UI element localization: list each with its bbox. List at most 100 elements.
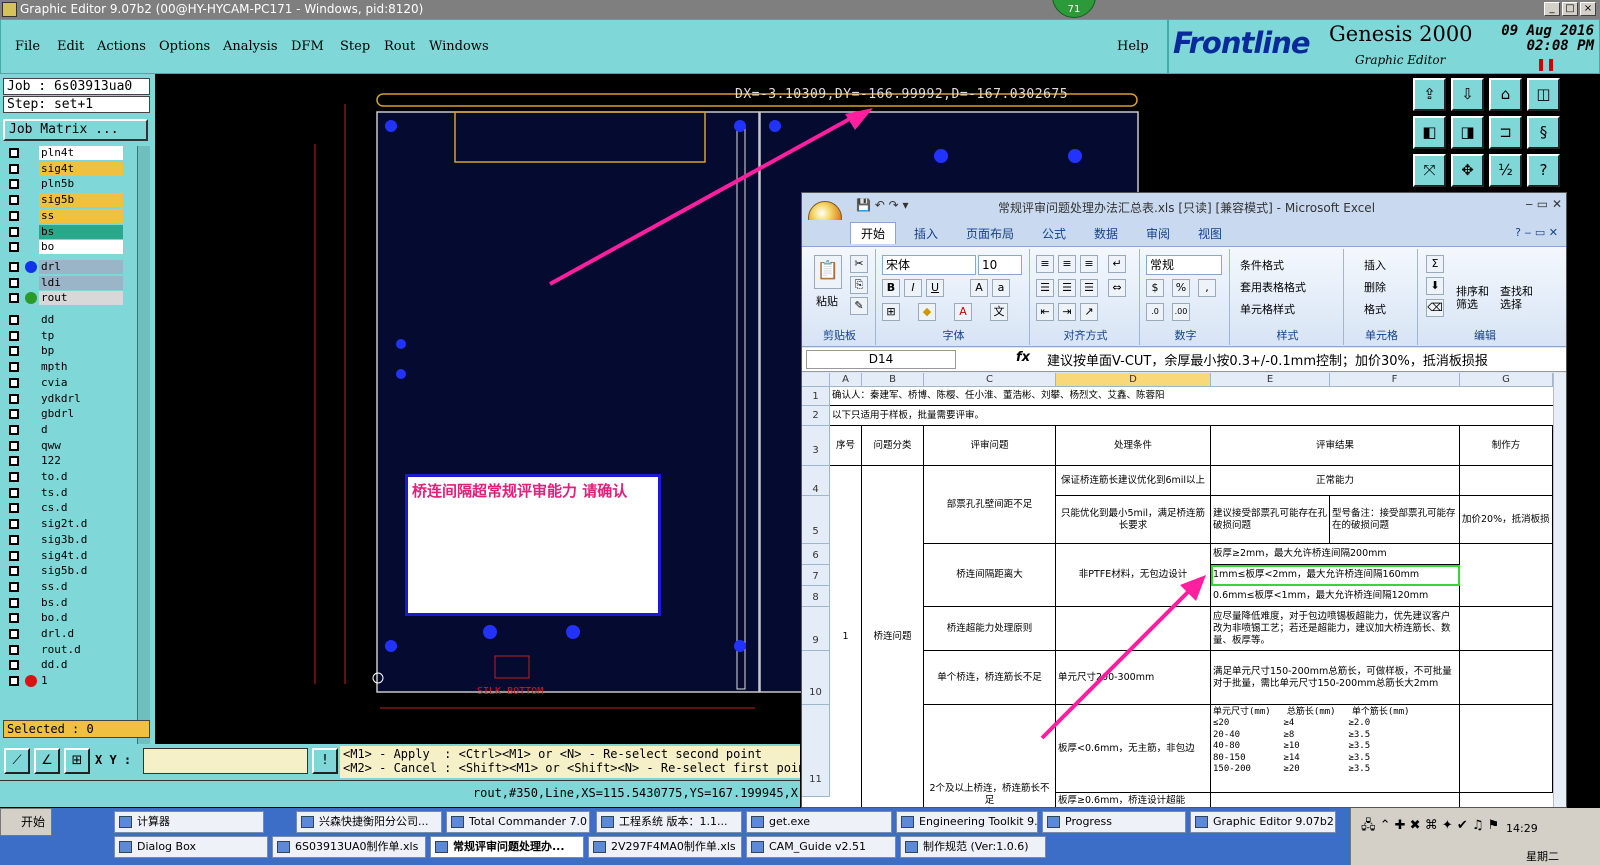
layer-row[interactable]: drl.d [3,627,136,641]
close-button[interactable]: × [1580,2,1596,16]
layer-row[interactable]: d [3,422,136,437]
number-format-select[interactable]: 常规 [1146,255,1222,275]
layer-name[interactable]: ldi [39,275,123,290]
increase-decimal-icon[interactable]: .0 [1146,303,1164,321]
task-excel-6s03913[interactable]: 6S03913UA0制作单.xls [272,836,426,858]
cell-f5[interactable]: 型号备注：接受部票孔可能存在的破损问题 [1330,496,1460,544]
layer-name[interactable]: bo [39,240,123,255]
cell-d9[interactable] [1056,607,1211,651]
tool-scale-icon[interactable]: ½ [1489,154,1522,187]
layer-row[interactable]: gbdrl [3,407,136,422]
header-category[interactable]: 问题分类 [862,426,924,466]
task-engineering-toolkit[interactable]: Engineering Toolkit 9.0... [896,811,1038,833]
align-middle-icon[interactable]: ≡ [1058,255,1076,273]
merge-center-icon[interactable]: ⇔ [1108,279,1126,297]
menu-edit[interactable]: Edit [57,39,84,54]
excel-window-controls[interactable]: ‒ ▭ ✕ [1525,197,1562,211]
layer-checkbox[interactable] [9,503,19,514]
tool-left-icon[interactable]: ◧ [1413,116,1446,149]
column-header[interactable]: B [862,373,924,387]
tab-view[interactable]: 视图 [1198,225,1222,242]
layer-checkbox[interactable] [9,277,19,288]
layer-checkbox[interactable] [9,597,19,608]
cell-g9[interactable] [1460,607,1553,651]
find-select-button[interactable]: 查找和 选择 [1500,285,1533,311]
start-button[interactable]: 开始 [0,808,52,836]
cell-c9[interactable]: 桥连超能力处理原则 [924,607,1056,651]
header-result[interactable]: 评审结果 [1211,426,1460,466]
row-header[interactable]: 6 [802,544,830,565]
menu-help[interactable]: Help [1117,39,1149,54]
cell-r2[interactable]: 以下只适用于样板，批量需要评审。 [830,406,1553,426]
measure-tool-icon[interactable]: ⟋ [4,748,30,774]
task-graphic-editor[interactable]: Graphic Editor 9.07b2 ... [1190,811,1336,833]
layer-row[interactable]: ts.d [3,485,136,500]
tab-insert[interactable]: 插入 [914,225,938,242]
tool-help-icon[interactable]: ? [1527,154,1560,187]
task-calculator[interactable]: 计算器 [114,811,264,833]
row-header[interactable]: 4 [802,466,830,496]
font-color-icon[interactable]: A [954,303,972,321]
layer-row[interactable]: dd.d [3,658,136,673]
layer-checkbox[interactable] [9,676,19,687]
font-name-select[interactable]: 宋体 [882,255,976,275]
task-total-commander[interactable]: Total Commander 7.0 ... [446,811,590,833]
clear-icon[interactable]: ⌫ [1426,299,1444,317]
layer-checkbox[interactable] [9,242,19,253]
layer-row[interactable]: tp [3,328,136,343]
layer-row[interactable]: drl [3,259,136,274]
tab-home[interactable]: 开始 [850,222,897,244]
task-excel-review[interactable]: 常规评审问题处理办... [430,836,584,858]
fill-icon[interactable]: ⬇ [1426,277,1444,295]
layer-name[interactable]: sig5b.d [39,564,123,579]
tab-page-layout[interactable]: 页面布局 [966,225,1014,242]
copy-icon[interactable]: ⎘ [850,276,868,294]
help-icon[interactable]: ? ‒ ▭ ✕ [1515,226,1558,239]
header-condition[interactable]: 处理条件 [1056,426,1211,466]
row-header[interactable]: 8 [802,586,830,607]
layer-name[interactable]: pln5b [39,177,123,192]
layer-checkbox[interactable] [9,440,19,451]
layer-row[interactable]: ss [3,208,136,223]
layer-name[interactable]: ss [39,208,123,223]
cell-e5[interactable]: 建议接受部票孔可能存在孔破损问题 [1211,496,1330,544]
layer-checkbox[interactable] [9,424,19,435]
layer-row[interactable]: sig4t.d [3,548,136,563]
format-cells-button[interactable]: 格式 [1364,301,1386,317]
cell-d12[interactable]: 板厚≥0.6mm，桥连设计超能 [1056,793,1211,807]
grow-font-icon[interactable]: A [970,279,988,297]
row-header[interactable]: 3 [802,426,830,466]
layer-checkbox[interactable] [9,163,19,174]
cell-r1[interactable]: 确认人：秦建军、桥博、陈樱、任小淮、董浩彬、刘攀、杨烈文、艾鑫、陈蓉阳 [830,387,1553,406]
phonetic-icon[interactable]: 文 [990,303,1008,321]
cell-e10[interactable]: 满足单元尺寸150-200mm总筋长，可做样板，不可批量 对于批量，需比单元尺寸… [1211,651,1460,705]
layer-name[interactable]: sig3b.d [39,532,123,547]
cell-b10[interactable]: 桥连问题 [862,466,924,807]
layer-row[interactable]: bs [3,224,136,239]
layer-name[interactable]: cvia [39,375,123,390]
layer-name[interactable]: drl.d [39,627,123,641]
increase-indent-icon[interactable]: ⇥ [1058,303,1076,321]
layer-row[interactable]: pln5b [3,177,136,192]
cell-e12[interactable] [1211,793,1460,807]
layer-checkbox[interactable] [9,613,19,624]
layer-name[interactable]: bs [39,224,123,239]
layer-checkbox[interactable] [9,315,19,325]
layer-checkbox[interactable] [9,226,19,237]
vertical-scrollbar[interactable] [1553,373,1566,807]
task-cam-guide[interactable]: CAM_Guide v2.51 [746,836,896,858]
tab-data[interactable]: 数据 [1094,225,1118,242]
cell-g10[interactable] [1460,651,1553,705]
column-header[interactable]: F [1330,373,1460,387]
layer-row[interactable]: 1 [3,674,136,689]
maximize-button[interactable]: □ [1562,2,1578,16]
layer-checkbox[interactable] [9,487,19,498]
layer-row[interactable]: cs.d [3,501,136,516]
layer-name[interactable]: pln4t [39,146,123,160]
autosum-icon[interactable]: Σ [1426,255,1444,273]
layer-name[interactable]: sig4t [39,161,123,176]
layer-name[interactable]: sig4t.d [39,548,123,563]
menu-analysis[interactable]: Analysis [223,39,278,54]
underline-icon[interactable]: U [926,279,944,297]
layer-name[interactable]: mpth [39,360,123,375]
